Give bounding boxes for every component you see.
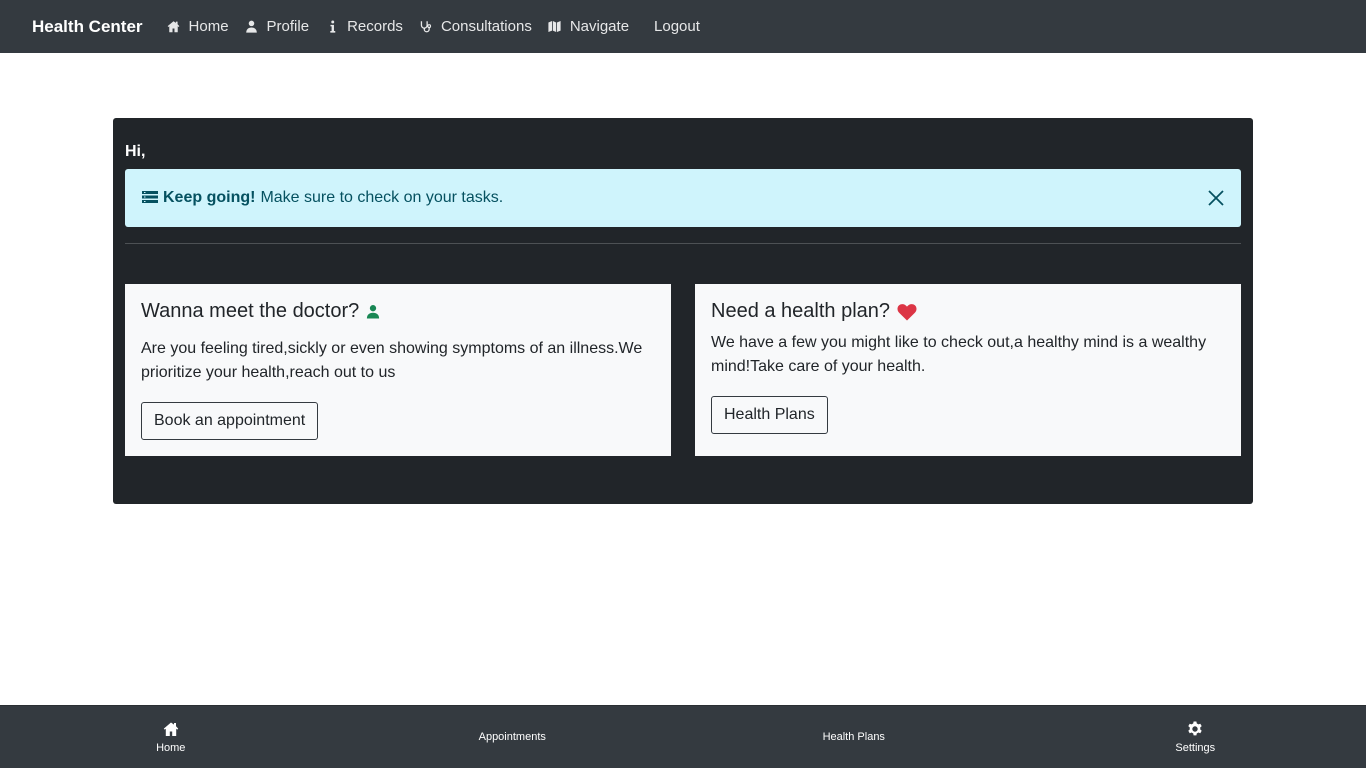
home-icon <box>167 20 181 34</box>
gear-icon <box>1187 721 1203 737</box>
alert-strong-text: Keep going! <box>163 189 256 206</box>
health-plan-card-title: Need a health plan? <box>711 300 1225 323</box>
doctor-card: Wanna meet the doctor? Are you feeling t… <box>125 284 671 456</box>
bottom-nav: Home Appointments Health Plans Settings <box>0 705 1366 768</box>
bottom-nav-health-plans[interactable]: Health Plans <box>683 706 1025 768</box>
bottom-nav-settings-label: Settings <box>1175 741 1216 754</box>
user-icon <box>366 303 380 320</box>
bottom-nav-settings[interactable]: Settings <box>1025 706 1366 768</box>
book-appointment-button[interactable]: Book an appointment <box>141 402 319 440</box>
health-plan-card: Need a health plan? We have a few you mi… <box>695 284 1241 456</box>
bottom-nav-appointments[interactable]: Appointments <box>342 706 684 768</box>
user-icon <box>245 20 259 34</box>
map-icon <box>548 20 562 34</box>
health-plan-card-title-text: Need a health plan? <box>711 300 891 322</box>
bottom-nav-appointments-label: Appointments <box>478 731 546 743</box>
nav-records-label: Records <box>347 18 403 35</box>
info-alert: Keep going! Make sure to check on your t… <box>125 169 1241 227</box>
nav-profile-label: Profile <box>266 18 310 35</box>
nav-home[interactable]: Home <box>167 18 229 35</box>
top-navbar: Health Center Home Profile Records Consu… <box>0 0 1366 53</box>
nav-consultations[interactable]: Consultations <box>419 18 532 35</box>
doctor-card-title: Wanna meet the doctor? <box>141 300 655 323</box>
home-icon <box>163 721 179 737</box>
list-icon <box>142 191 158 205</box>
heart-icon <box>897 303 917 321</box>
bottom-nav-health-plans-label: Health Plans <box>822 731 885 743</box>
alert-message: Make sure to check on your tasks. <box>260 189 504 206</box>
brand-link[interactable]: Health Center <box>32 17 143 37</box>
bottom-nav-home-label: Home <box>156 741 186 754</box>
nav-logout[interactable]: Logout <box>654 18 700 35</box>
doctor-card-text: Are you feeling tired,sickly or even sho… <box>141 340 643 381</box>
greeting-text: Hi, <box>125 143 146 160</box>
nav-profile[interactable]: Profile <box>245 18 310 35</box>
nav-consultations-label: Consultations <box>440 18 532 35</box>
info-icon <box>325 20 339 34</box>
health-plan-card-text: We have a few you might like to check ou… <box>711 334 1207 375</box>
divider <box>125 243 1241 244</box>
dashboard-panel: Hi, Keep going! Make sure to check on yo… <box>113 118 1253 504</box>
nav-home-label: Home <box>188 18 229 35</box>
close-icon[interactable] <box>1206 188 1226 208</box>
bottom-nav-home[interactable]: Home <box>0 706 342 768</box>
health-plans-button[interactable]: Health Plans <box>711 396 828 434</box>
nav-logout-label: Logout <box>654 18 700 35</box>
nav-records[interactable]: Records <box>325 18 403 35</box>
nav-navigate[interactable]: Navigate <box>548 18 629 35</box>
nav-navigate-label: Navigate <box>569 18 630 35</box>
stethoscope-icon <box>419 20 433 34</box>
doctor-card-title-text: Wanna meet the doctor? <box>141 300 360 322</box>
